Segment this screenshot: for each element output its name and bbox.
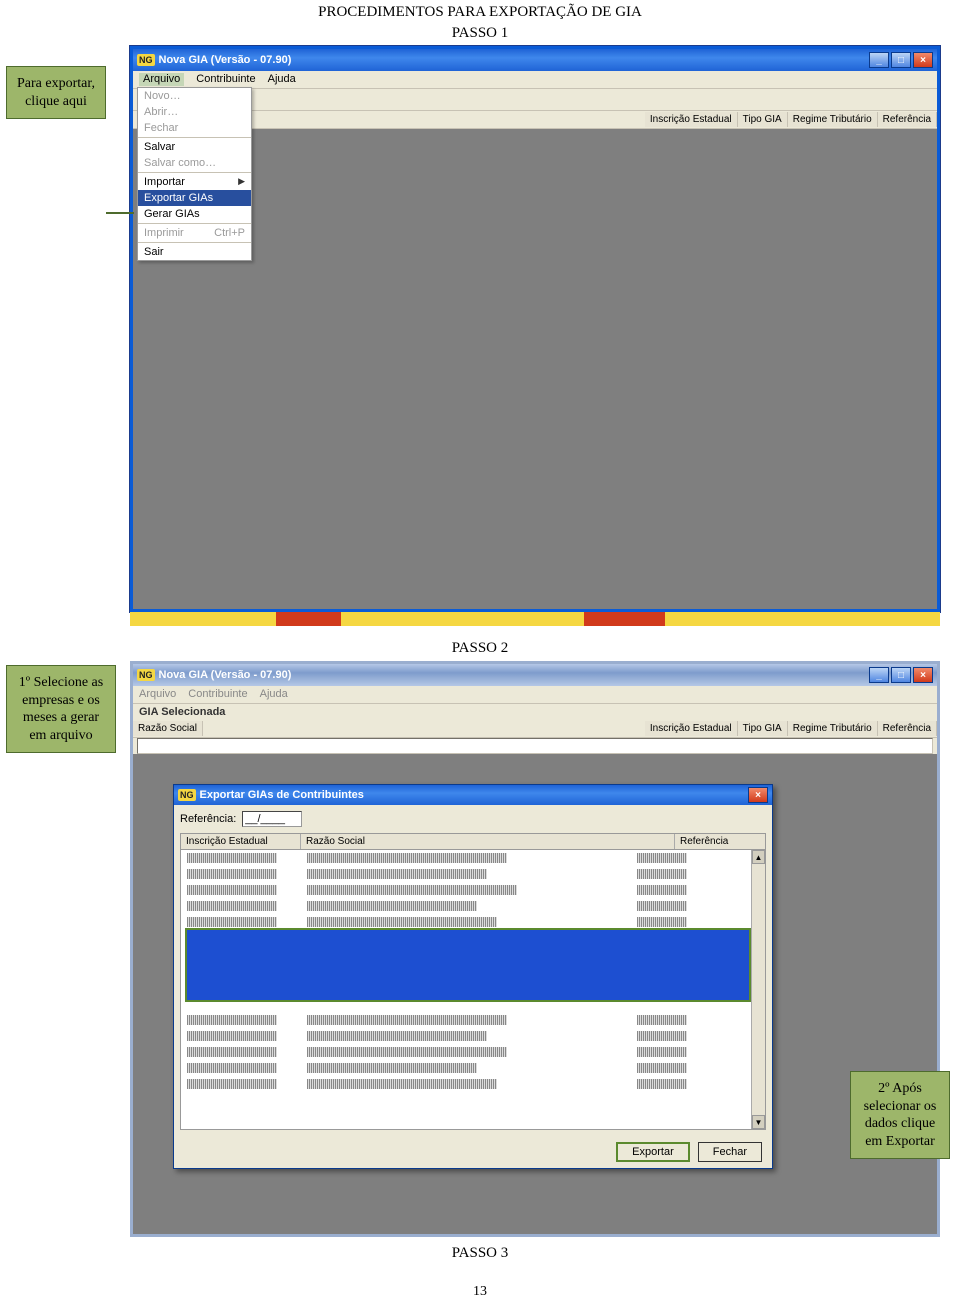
callout-step2b: 2º Após selecionar os dados clique em Ex… <box>850 1071 950 1159</box>
gh-inscricao: Inscrição Estadual <box>181 834 301 849</box>
table-row[interactable] <box>181 1046 765 1060</box>
exportar-button[interactable]: Exportar <box>616 1142 690 1162</box>
step-2-label: PASSO 2 <box>0 636 960 661</box>
menu-contribuinte-2[interactable]: Contribuinte <box>188 688 247 701</box>
mi-salvar[interactable]: Salvar <box>138 139 251 155</box>
table-row[interactable] <box>181 884 765 898</box>
columns-1: Inscrição Estadual Tipo GIA Regime Tribu… <box>133 111 937 129</box>
dialog-exportar-gias: NG Exportar GIAs de Contribuintes × Refe… <box>173 784 773 1169</box>
menu-arquivo-2[interactable]: Arquivo <box>139 688 176 701</box>
col-regime: Regime Tributário <box>788 112 878 127</box>
window-title-2: Nova GIA (Versão - 07.90) <box>159 669 292 681</box>
scrollbar[interactable]: ▲ ▼ <box>751 850 765 1129</box>
dialog-title: Exportar GIAs de Contribuintes <box>200 789 364 801</box>
row-razao-label: Razão Social <box>133 721 203 736</box>
menubar-1: Arquivo Contribuinte Ajuda <box>133 71 937 89</box>
close-button[interactable]: × <box>913 52 933 68</box>
app-icon-3: NG <box>178 789 196 801</box>
table-row[interactable] <box>181 1062 765 1076</box>
referencia-label: Referência: <box>180 813 236 825</box>
doc-title: PROCEDIMENTOS PARA EXPORTAÇÃO DE GIA <box>0 0 960 23</box>
table-row[interactable] <box>181 900 765 914</box>
menu-arquivo[interactable]: Arquivo <box>139 73 184 86</box>
mi-fechar[interactable]: Fechar <box>138 120 251 136</box>
callout-step2a: 1º Selecione as empresas e os meses a ge… <box>6 665 116 753</box>
mi-sair[interactable]: Sair <box>138 244 251 260</box>
menu-ajuda[interactable]: Ajuda <box>268 73 296 86</box>
step-1-label: PASSO 1 <box>0 23 960 46</box>
app-icon: NG <box>137 54 155 66</box>
titlebar-2: NG Nova GIA (Versão - 07.90) _ □ × <box>133 664 937 686</box>
col-inscricao-2: Inscrição Estadual <box>645 721 738 736</box>
col-referencia-2: Referência <box>878 721 937 736</box>
mi-salvarcomo[interactable]: Salvar como… <box>138 155 251 171</box>
client-area-1 <box>133 129 937 609</box>
client-area-2: NG Exportar GIAs de Contribuintes × Refe… <box>133 754 937 1234</box>
mi-novo[interactable]: Novo… <box>138 88 251 104</box>
mi-abrir[interactable]: Abrir… <box>138 104 251 120</box>
table-row[interactable] <box>181 1014 765 1028</box>
page-number: 13 <box>0 1266 960 1310</box>
maximize-button-2[interactable]: □ <box>891 667 911 683</box>
dialog-titlebar: NG Exportar GIAs de Contribuintes × <box>174 785 772 805</box>
app-icon-2: NG <box>137 669 155 681</box>
window-nova-gia-1: NG Nova GIA (Versão - 07.90) _ □ × Arqui… <box>130 46 940 612</box>
callout-line-1 <box>106 212 134 214</box>
gia-selecionada-label: GIA Selecionada <box>133 704 937 720</box>
dialog-button-row: Exportar Fechar <box>174 1136 772 1168</box>
table-row[interactable] <box>181 1078 765 1092</box>
mi-imprimir[interactable]: ImprimirCtrl+P <box>138 225 251 241</box>
window-title-1: Nova GIA (Versão - 07.90) <box>159 54 292 66</box>
scroll-down-icon[interactable]: ▼ <box>752 1115 765 1129</box>
fechar-button[interactable]: Fechar <box>698 1142 762 1162</box>
minimize-button-2[interactable]: _ <box>869 667 889 683</box>
referencia-input[interactable] <box>242 811 302 827</box>
mi-importar[interactable]: Importar▶ <box>138 174 251 190</box>
close-button-2[interactable]: × <box>913 667 933 683</box>
menu-ajuda-2[interactable]: Ajuda <box>260 688 288 701</box>
minimize-button[interactable]: _ <box>869 52 889 68</box>
dialog-grid-header: Inscrição Estadual Razão Social Referênc… <box>180 833 766 850</box>
menu-contribuinte[interactable]: Contribuinte <box>196 73 255 86</box>
table-row[interactable] <box>181 1030 765 1044</box>
submenu-arrow-icon: ▶ <box>238 176 245 188</box>
col-tipo: Tipo GIA <box>738 112 788 127</box>
step-3-label: PASSO 3 <box>0 1243 960 1266</box>
mi-exportar[interactable]: Exportar GIAs <box>138 190 251 206</box>
col-inscricao: Inscrição Estadual <box>645 112 738 127</box>
gh-referencia: Referência <box>675 834 765 849</box>
col-tipo-2: Tipo GIA <box>738 721 788 736</box>
columns-2: Razão Social Inscrição Estadual Tipo GIA… <box>133 720 937 738</box>
col-referencia: Referência <box>878 112 937 127</box>
window-nova-gia-2: NG Nova GIA (Versão - 07.90) _ □ × Arqui… <box>130 661 940 1237</box>
menubar-2: Arquivo Contribuinte Ajuda <box>133 686 937 704</box>
mi-gerar[interactable]: Gerar GIAs <box>138 206 251 222</box>
dialog-grid-body[interactable]: ▲ ▼ <box>180 850 766 1130</box>
scroll-up-icon[interactable]: ▲ <box>752 850 765 864</box>
row-strip-2 <box>137 738 933 754</box>
arquivo-dropdown: Novo… Abrir… Fechar Salvar Salvar como… … <box>137 87 252 261</box>
maximize-button[interactable]: □ <box>891 52 911 68</box>
table-row[interactable] <box>181 852 765 866</box>
callout-step1: Para exportar, clique aqui <box>6 66 106 119</box>
gh-razao: Razão Social <box>301 834 675 849</box>
col-regime-2: Regime Tributário <box>788 721 878 736</box>
table-row[interactable] <box>181 868 765 882</box>
decorative-strip-1 <box>130 612 940 626</box>
grid-selection-highlight <box>185 928 751 1002</box>
referencia-row: Referência: <box>174 805 772 833</box>
titlebar-1: NG Nova GIA (Versão - 07.90) _ □ × <box>133 49 937 71</box>
toolbar-1 <box>133 89 937 111</box>
dialog-close-button[interactable]: × <box>748 787 768 803</box>
